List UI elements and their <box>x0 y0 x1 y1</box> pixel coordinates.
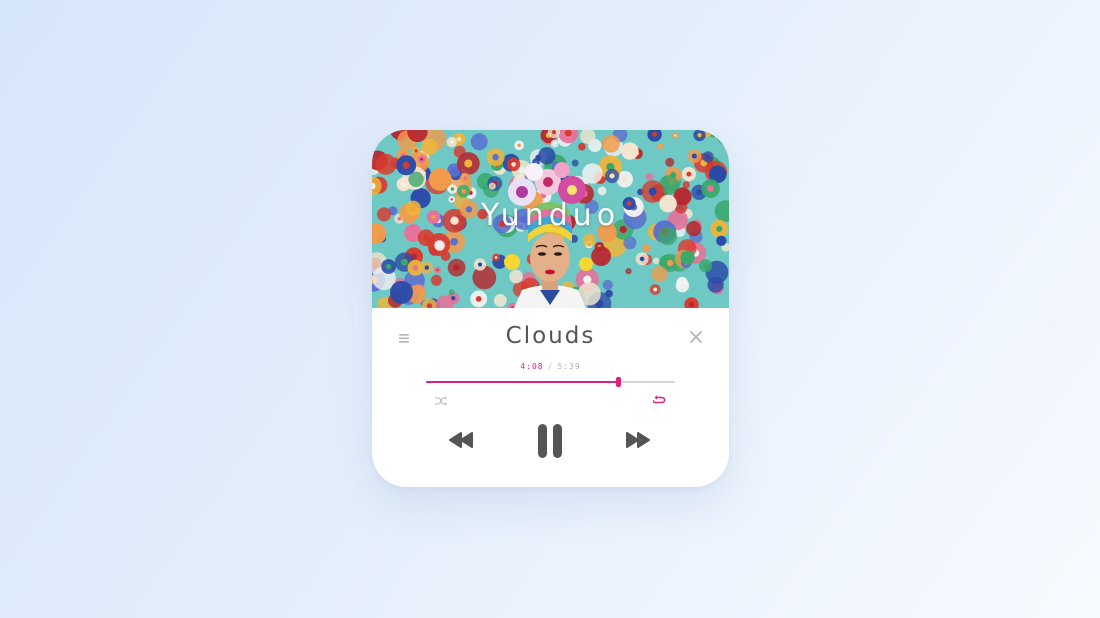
time-separator: / <box>547 362 554 371</box>
elapsed-time: 4:08 <box>520 362 544 371</box>
rewind-icon <box>449 432 473 448</box>
shuffle-icon <box>435 396 447 406</box>
repeat-button[interactable] <box>652 391 666 404</box>
progress-handle[interactable] <box>615 377 621 387</box>
music-player-card: Yunduo Clouds 4:08/5:39 <box>372 130 729 487</box>
album-art: Yunduo <box>372 130 729 308</box>
menu-button[interactable] <box>396 330 412 346</box>
song-title: Clouds <box>505 323 596 349</box>
close-icon <box>690 331 702 343</box>
pause-button[interactable] <box>536 422 564 460</box>
pause-icon <box>538 424 562 458</box>
progress-bar[interactable] <box>426 377 675 387</box>
shuffle-button[interactable] <box>434 392 448 406</box>
close-button[interactable] <box>687 328 705 346</box>
total-time: 5:39 <box>557 362 581 371</box>
repeat-icon <box>652 395 666 404</box>
artist-name: Yunduo <box>480 198 621 233</box>
time-display: 4:08/5:39 <box>472 362 629 371</box>
fast-forward-icon <box>626 432 650 448</box>
fast-forward-button[interactable] <box>624 431 652 449</box>
rewind-button[interactable] <box>447 431 475 449</box>
progress-fill <box>426 381 618 383</box>
menu-icon <box>399 334 409 343</box>
